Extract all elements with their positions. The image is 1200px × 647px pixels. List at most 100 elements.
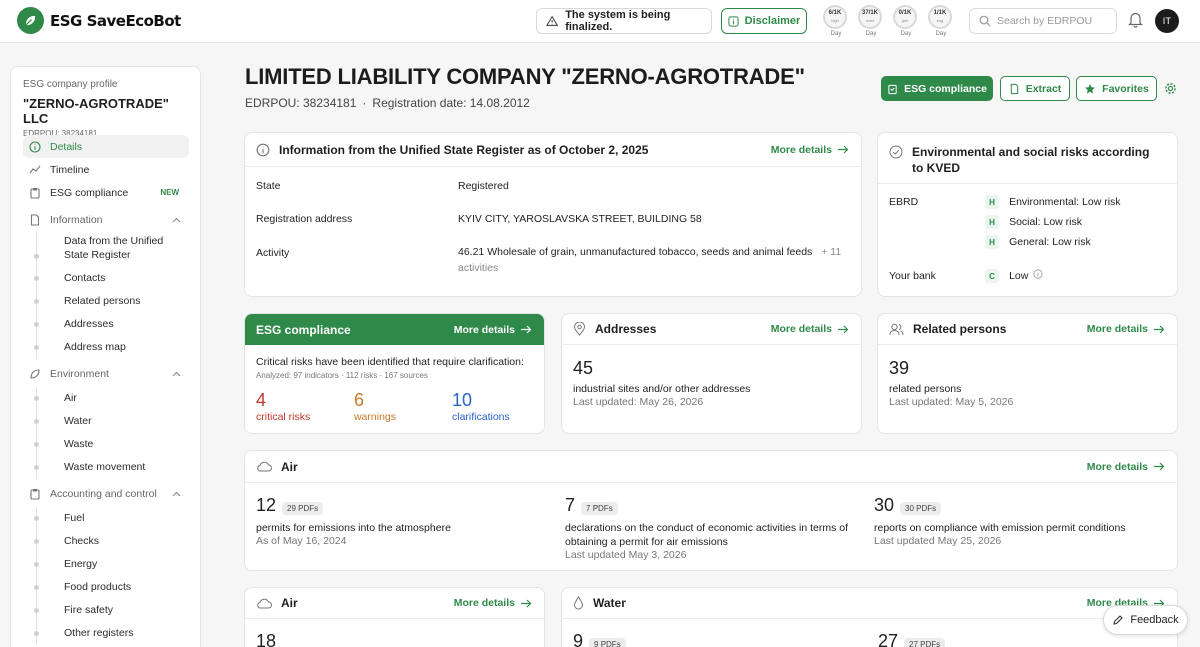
quota-indicator[interactable]: 37/1K med Day (858, 5, 884, 37)
addresses-count: 45 (573, 358, 594, 378)
warnings-stat[interactable]: 6 warnings (354, 390, 396, 423)
quota-indicator[interactable]: 0/1K gen Day (893, 5, 919, 37)
bell-icon[interactable] (1128, 11, 1143, 31)
register-more-link[interactable]: More details (771, 144, 849, 156)
risk-text: General: Low risk (1009, 235, 1091, 248)
sidebar-subitem-other-registers[interactable]: Other registers (34, 622, 189, 645)
sidebar-subitem-waste-movement[interactable]: Waste movement (34, 456, 189, 479)
clarifications-stat[interactable]: 10 clarifications (452, 390, 510, 423)
water-stat[interactable]: 27 27 PDFs (878, 631, 946, 647)
sidebar-subitem-food-products[interactable]: Food products (34, 576, 189, 599)
sidebar-item-details[interactable]: Details (23, 135, 189, 158)
search-input[interactable]: Search by EDRPOU (969, 8, 1117, 34)
stat-value: 12 (256, 495, 277, 515)
pdf-count-pill[interactable]: 9 PDFs (589, 637, 626, 647)
bullet-dot (34, 539, 39, 544)
sidebar-subitem-label: Waste (64, 438, 94, 450)
feedback-button[interactable]: Feedback (1103, 605, 1188, 635)
quota-ring: 1/1K esg (928, 5, 952, 29)
sidebar-subitem-fire-safety[interactable]: Fire safety (34, 599, 189, 622)
sidebar-subitem-checks[interactable]: Checks (34, 530, 189, 553)
pdf-count-pill[interactable]: 29 PDFs (282, 501, 324, 515)
sidebar-subitem-label: Energy (64, 558, 98, 570)
esg-analyzed: Analyzed: 97 indicators · 112 risks · 16… (256, 371, 428, 380)
quota-value: 1/1K (933, 10, 947, 16)
esg-headline: Critical risks have been identified that… (256, 356, 524, 368)
company-short-name: "ZERNO-AGROTRADE" LLC (23, 96, 169, 126)
quota-sub: high (831, 18, 839, 23)
new-badge: NEW (160, 188, 179, 197)
sidebar-subitem-related-persons[interactable]: Related persons (34, 290, 189, 313)
state-value: Registered (458, 180, 509, 192)
sidebar-subitem-label: Address map (64, 341, 126, 353)
esg-button-label: ESG compliance (904, 82, 987, 95)
stat-value: 27 (878, 631, 899, 647)
addresses-card-title: Addresses (595, 322, 657, 336)
pdf-count-pill[interactable]: 7 PDFs (581, 501, 618, 515)
bullet-dot (34, 465, 39, 470)
water-stat[interactable]: 9 9 PDFs (573, 631, 626, 647)
risks-card-title: Environmental and social risks according… (912, 145, 1150, 175)
quota-sub: med (866, 18, 874, 23)
brand-logo[interactable]: ESG SaveEcoBot (17, 7, 181, 34)
sidebar-subitem-label: Other registers (64, 627, 134, 639)
arrow-right-icon (1154, 462, 1165, 471)
sidebar-group-information[interactable]: Information (23, 208, 189, 231)
favorites-button[interactable]: Favorites (1076, 76, 1157, 101)
bullet-dot (34, 345, 39, 350)
pdf-count-pill[interactable]: 27 PDFs (904, 637, 946, 647)
critical-risks-stat[interactable]: 4 critical risks (256, 390, 310, 423)
sidebar-item-timeline[interactable]: Timeline (23, 158, 189, 181)
air-stat-reports[interactable]: 30 30 PDFs reports on compliance with emi… (874, 495, 1169, 547)
bank-label: Your bank (889, 270, 936, 282)
related-persons-updated: Last updated: May 5, 2026 (889, 396, 1014, 408)
profile-caption: ESG company profile (23, 79, 118, 90)
cloud-icon (257, 598, 272, 608)
quota-indicator[interactable]: 1/1K esg Day (928, 5, 954, 37)
related-persons-more-link[interactable]: More details (1087, 323, 1165, 335)
sidebar-subitem-contacts[interactable]: Contacts (34, 267, 189, 290)
esg-compliance-button[interactable]: ESG compliance (881, 76, 993, 101)
gear-icon[interactable] (1164, 82, 1177, 98)
air-more-link[interactable]: More details (1087, 461, 1165, 473)
air-stat-declarations[interactable]: 7 7 PDFs declarations on the conduct of e… (565, 495, 857, 561)
sidebar-subitem-water[interactable]: Water (34, 410, 189, 433)
chevron-up-icon (172, 371, 181, 376)
quota-ring: 37/1K med (858, 5, 882, 29)
disclaimer-button[interactable]: Disclaimer (721, 8, 807, 34)
avatar[interactable]: IT (1155, 9, 1179, 33)
sidebar-group-accounting[interactable]: Accounting and control (23, 482, 189, 505)
brand-name: ESG SaveEcoBot (50, 11, 181, 30)
quota-value: 37/1K (861, 10, 878, 16)
quota-indicator[interactable]: 6/1K high Day (823, 5, 849, 37)
arrow-right-icon (838, 325, 849, 333)
bullet-dot (34, 562, 39, 567)
sidebar-subitem-addresses[interactable]: Addresses (34, 313, 189, 336)
sidebar-subitem-label: Food products (64, 581, 132, 593)
air-summary-more-link[interactable]: More details (454, 597, 532, 609)
sidebar-group-environment[interactable]: Environment (23, 362, 189, 385)
sidebar-subitem-energy[interactable]: Energy (34, 553, 189, 576)
info-circle-icon[interactable] (1033, 269, 1043, 279)
esg-more-link[interactable]: More details (454, 324, 532, 336)
quota-value: 6/1K (828, 10, 842, 16)
sidebar-item-esg[interactable]: ESG compliance NEW (23, 181, 189, 204)
pdf-count-pill[interactable]: 30 PDFs (900, 501, 942, 515)
bullet-dot (34, 299, 39, 304)
leaf-icon (17, 7, 44, 34)
sidebar-subitem-address-map[interactable]: Address map (34, 336, 189, 359)
sidebar-subitem-unified-register[interactable]: Data from the Unified State Register (34, 231, 189, 267)
sidebar-subitem-fuel[interactable]: Fuel (34, 507, 189, 530)
extract-button[interactable]: Extract (1000, 76, 1070, 101)
clipboard-icon (30, 488, 40, 500)
sidebar-group-label: Environment (50, 367, 109, 380)
sidebar-subitem-waste[interactable]: Waste (34, 433, 189, 456)
sidebar-group-label: Information (50, 213, 103, 226)
sidebar-subitem-label: Fuel (64, 512, 85, 524)
bullet-dot (34, 631, 39, 636)
air-stat-permits[interactable]: 12 29 PDFs permits for emissions into the… (256, 495, 546, 547)
sidebar-subitem-air[interactable]: Air (34, 387, 189, 410)
esg-card: ESG compliance More details Critical ris… (244, 313, 545, 434)
addresses-more-link[interactable]: More details (771, 323, 849, 335)
edrpou-value: EDRPOU: 38234181 (245, 96, 357, 110)
